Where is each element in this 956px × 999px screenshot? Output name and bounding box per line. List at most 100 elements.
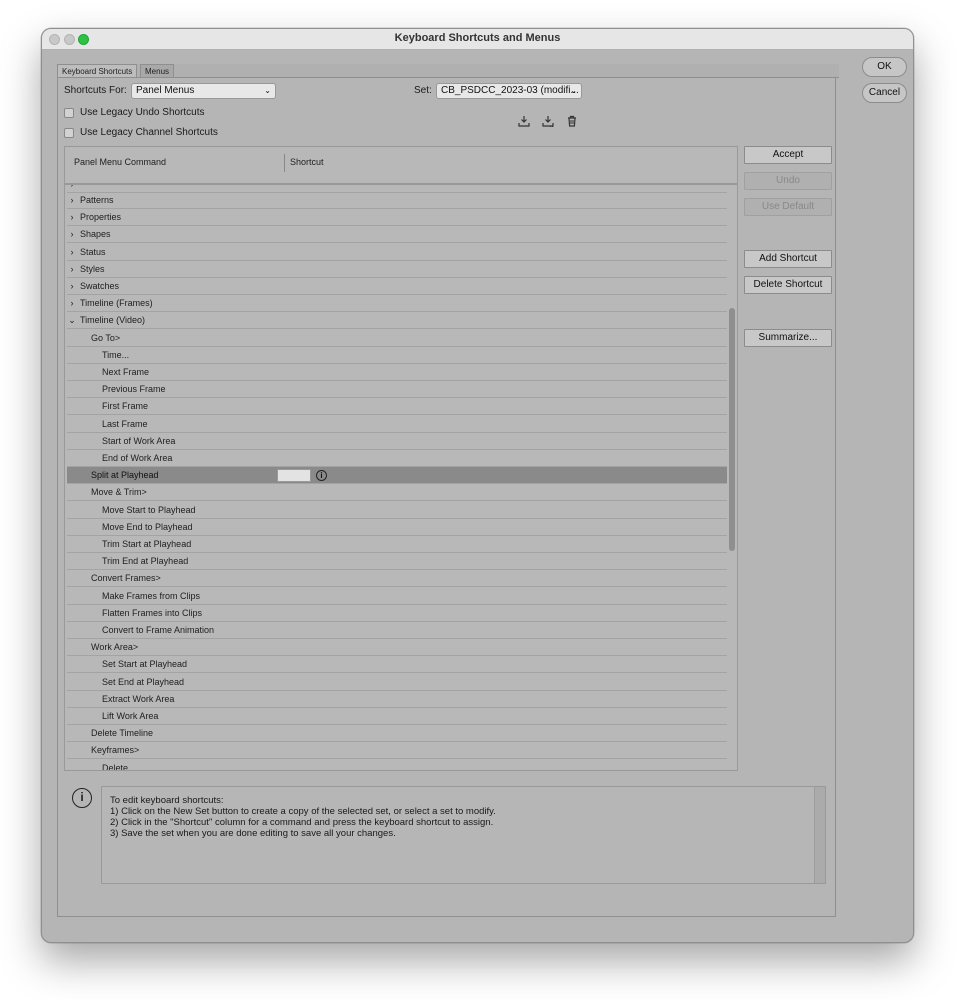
add-shortcut-button[interactable]: Add Shortcut [744, 250, 832, 268]
table-row[interactable]: Move Start to Playhead [67, 502, 727, 519]
chevron-right-icon[interactable]: › [67, 192, 77, 209]
table-row[interactable]: › Patterns [67, 192, 727, 209]
tab-menus[interactable]: Menus [140, 64, 175, 78]
table-row[interactable]: Time... [67, 347, 727, 364]
table-row[interactable]: Move & Trim> [67, 484, 727, 502]
table-row[interactable]: Set End at Playhead [67, 674, 727, 691]
delete-set-icon[interactable] [564, 114, 580, 130]
row-command-label: Next Frame [102, 367, 150, 377]
chevron-down-icon: ⌄ [570, 86, 577, 95]
table-row[interactable]: › Properties [67, 209, 727, 227]
help-line-4: 3) Save the set when you are done editin… [110, 828, 396, 839]
table-row[interactable]: › Styles [67, 261, 727, 278]
row-command-label: Trim End at Playhead [102, 556, 189, 567]
keyboard-shortcuts-dialog: Keyboard Shortcuts and Menus Keyboard Sh… [41, 28, 914, 943]
table-row[interactable]: Last Frame [67, 416, 727, 433]
row-command-label: Styles [80, 263, 105, 274]
shortcuts-for-value: Panel Menus [136, 85, 195, 96]
table-row[interactable]: Trim Start at Playhead [67, 536, 727, 553]
row-command-label: Properties [80, 212, 122, 223]
shortcuts-for-select[interactable]: Panel Menus ⌄ [131, 83, 276, 99]
table-row[interactable]: Next Frame [67, 364, 727, 381]
chevron-right-icon[interactable]: › [67, 244, 77, 261]
table-row[interactable]: Previous Frame [67, 381, 727, 399]
table-row[interactable]: Work Area> [67, 639, 727, 657]
table-row[interactable]: › Status [67, 244, 727, 261]
table-row[interactable]: Trim End at Playhead [67, 553, 727, 571]
column-header-shortcut[interactable]: Shortcut [290, 157, 324, 167]
table-row[interactable]: Flatten Frames into Clips [67, 605, 727, 622]
row-command-label: Set End at Playhead [102, 676, 185, 687]
table-row[interactable]: Set Start at Playhead [67, 656, 727, 674]
table-row[interactable]: Convert Frames> [67, 570, 727, 588]
help-line-1: To edit keyboard shortcuts: [110, 795, 224, 806]
table-row[interactable]: Keyframes> [67, 742, 727, 760]
scrollbar-thumb[interactable] [729, 308, 735, 551]
table-scrollbar[interactable] [728, 184, 737, 771]
info-icon: i [72, 788, 92, 808]
column-header-command[interactable]: Panel Menu Command [74, 157, 166, 167]
ok-button[interactable]: OK [862, 57, 907, 77]
undo-button[interactable]: Undo [744, 172, 832, 190]
row-command-label: Convert Frames> [91, 573, 161, 584]
help-line-3: 2) Click in the "Shortcut" column for a … [110, 817, 494, 828]
set-value: CB_PSDCC_2023-03 (modifi... [441, 85, 579, 96]
row-command-label: Patterns [80, 195, 114, 205]
new-set-icon[interactable] [540, 114, 556, 130]
table-row[interactable]: Make Frames from Clips [67, 588, 727, 605]
table-row[interactable]: Move End to Playhead [67, 519, 727, 536]
row-command-label: Previous Frame [102, 384, 166, 395]
title-bar: Keyboard Shortcuts and Menus [42, 29, 913, 50]
shortcut-input[interactable] [277, 469, 311, 483]
table-row[interactable]: Lift Work Area [67, 708, 727, 725]
row-command-label: Timeline (Video) [80, 315, 146, 326]
help-line-2: 1) Click on the New Set button to create… [110, 806, 496, 817]
shortcuts-for-label: Shortcuts For: [64, 85, 127, 96]
table-row[interactable]: End of Work Area [67, 450, 727, 467]
row-command-label: Move End to Playhead [102, 521, 193, 532]
chevron-right-icon[interactable]: › [67, 261, 77, 278]
row-command-label: End of Work Area [102, 453, 173, 463]
table-row[interactable]: Start of Work Area [67, 433, 727, 450]
row-command-label: Start of Work Area [102, 435, 176, 446]
chevron-down-icon: ⌄ [264, 86, 271, 95]
use-default-button[interactable]: Use Default [744, 198, 832, 216]
help-text-scrollbar[interactable] [814, 787, 825, 883]
row-command-label: Flatten Frames into Clips [102, 607, 203, 618]
legacy-channel-checkbox[interactable] [64, 128, 74, 138]
table-row[interactable]: Delete Timeline [67, 725, 727, 743]
chevron-right-icon[interactable]: › [67, 209, 77, 226]
row-command-label: Go To> [91, 332, 121, 343]
table-row[interactable]: › Swatches [67, 278, 727, 295]
shortcuts-table-body: › › Patterns › Properties › Shapes › Status › Sty… [64, 184, 738, 771]
cancel-button[interactable]: Cancel [862, 83, 907, 103]
table-row[interactable]: Split at Playhead i [67, 467, 727, 485]
row-command-label: Timeline (Frames) [80, 298, 153, 309]
summarize-button[interactable]: Summarize... [744, 329, 832, 347]
table-row[interactable]: ⌄ Timeline (Video) [67, 312, 727, 330]
column-divider[interactable] [284, 154, 285, 172]
table-row[interactable]: First Frame [67, 398, 727, 416]
save-set-icon[interactable] [516, 114, 532, 130]
row-command-label: Convert to Frame Animation [102, 625, 215, 635]
table-row[interactable]: Go To> [67, 330, 727, 347]
set-select[interactable]: CB_PSDCC_2023-03 (modifi... ⌄ [436, 83, 582, 99]
chevron-down-icon[interactable]: ⌄ [67, 312, 77, 329]
chevron-right-icon[interactable]: › [67, 226, 77, 243]
table-row[interactable]: › Shapes [67, 226, 727, 244]
table-row[interactable]: Convert to Frame Animation [67, 622, 727, 639]
help-text-box: To edit keyboard shortcuts: 1) Click on … [101, 786, 826, 884]
legacy-undo-checkbox[interactable] [64, 108, 74, 118]
row-command-label: First Frame [102, 401, 148, 412]
tab-keyboard-shortcuts[interactable]: Keyboard Shortcuts [57, 64, 138, 78]
table-row[interactable]: Extract Work Area [67, 691, 727, 708]
accept-button[interactable]: Accept [744, 146, 832, 164]
info-icon[interactable]: i [316, 470, 327, 482]
row-command-label: Time... [102, 349, 130, 360]
table-row[interactable]: › Timeline (Frames) [67, 295, 727, 313]
table-row[interactable]: Delete [67, 760, 727, 770]
chevron-right-icon[interactable]: › [67, 295, 77, 312]
row-command-label: Swatches [80, 281, 120, 291]
delete-shortcut-button[interactable]: Delete Shortcut [744, 276, 832, 294]
chevron-right-icon[interactable]: › [67, 278, 77, 295]
